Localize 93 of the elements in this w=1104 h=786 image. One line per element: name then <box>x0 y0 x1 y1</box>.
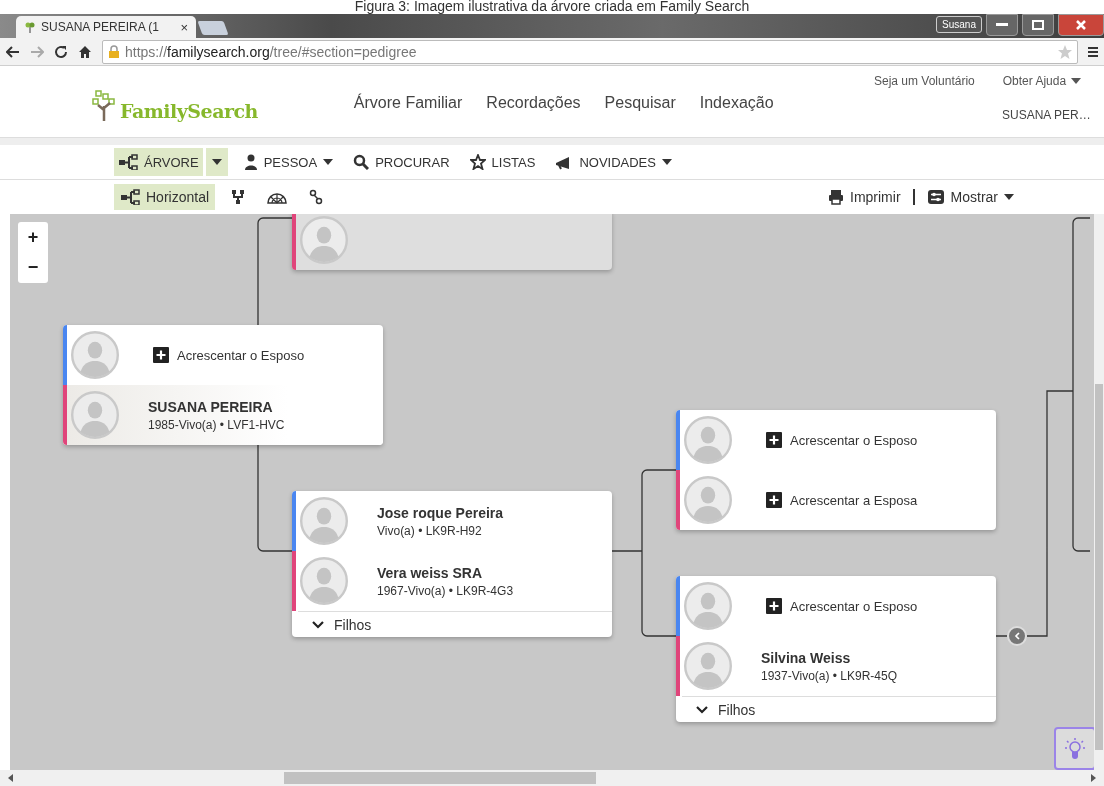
plus-icon <box>766 432 782 448</box>
caret-icon <box>661 159 672 165</box>
toolbar-tab[interactable]: PESSOA <box>239 148 338 176</box>
caret-icon <box>323 159 334 165</box>
person-details: Vivo(a) • LK9R-H92 <box>377 523 483 538</box>
minimize-icon <box>996 23 1008 27</box>
caret-icon <box>1004 194 1014 200</box>
pedigree-icon <box>231 189 246 205</box>
minimize-button[interactable] <box>986 14 1018 36</box>
vertical-scrollbar[interactable] <box>1094 214 1104 770</box>
plus-icon <box>766 492 782 508</box>
star-icon[interactable] <box>1057 43 1073 60</box>
user-menu[interactable]: SUSANA PER… <box>1002 108 1094 122</box>
nav-link[interactable]: Indexação <box>699 94 774 116</box>
avatar <box>300 216 348 264</box>
zoom-out-button[interactable]: − <box>18 252 48 283</box>
toolbar-tab[interactable]: PROCURAR <box>349 148 454 176</box>
children-toggle[interactable]: Filhos <box>298 611 612 637</box>
person-details: 1967-Vivo(a) • LK9R-4G3 <box>377 583 514 598</box>
scroll-left-icon <box>8 774 13 782</box>
menu-icon[interactable] <box>1088 45 1098 58</box>
avatar <box>300 557 348 605</box>
avatar <box>71 331 119 379</box>
avatar <box>684 642 732 690</box>
action-button[interactable]: Imprimir <box>828 189 901 205</box>
close-tab-button[interactable]: × <box>180 19 188 35</box>
tree-icon <box>120 189 140 205</box>
top-link[interactable]: Obter Ajuda <box>1002 74 1082 88</box>
chevron-down-icon <box>696 705 708 714</box>
profile-badge[interactable]: Susana <box>936 16 982 33</box>
plus-icon <box>153 347 169 363</box>
print-icon <box>828 189 844 205</box>
add-spouse-link[interactable]: Acrescentar o Esposo <box>790 598 918 614</box>
avatar <box>684 582 732 630</box>
toolbar-tab[interactable]: ÁRVORE <box>114 148 203 176</box>
home-icon[interactable] <box>78 44 92 59</box>
zoom-in-button[interactable]: + <box>18 222 48 253</box>
person-name[interactable]: Silvina Weiss <box>761 649 898 666</box>
tree-favicon-icon <box>24 21 36 33</box>
scroll-right-icon <box>1091 774 1096 782</box>
tree-logo-icon <box>92 90 118 122</box>
caret-icon <box>1071 78 1082 84</box>
tree-icon <box>118 154 138 170</box>
person-name[interactable]: Vera weiss SRA <box>377 564 514 581</box>
person-icon <box>243 154 258 170</box>
chevron-left-icon <box>1014 632 1020 640</box>
star-icon <box>469 154 486 170</box>
add-spouse-link[interactable]: Acrescentar o Esposo <box>790 432 918 448</box>
search-icon <box>353 154 370 170</box>
dropdown-button[interactable] <box>204 148 228 176</box>
person-details: 1937-Vivo(a) • LK9R-45Q <box>761 668 898 683</box>
avatar <box>300 497 348 545</box>
nav-link[interactable]: Recordações <box>486 94 581 116</box>
person-name[interactable]: Jose roque Pereira <box>377 504 504 521</box>
person-name[interactable]: SUSANA PEREIRA <box>148 398 285 415</box>
top-link[interactable]: Seja um Voluntário <box>874 74 975 88</box>
add-spouse-link[interactable]: Acrescentar o Esposo <box>177 347 305 363</box>
person-details: 1985-Vivo(a) • LVF1-HVC <box>148 417 285 432</box>
figure-caption: Figura 3: Imagem ilustrativa da árvore criada em Family Search <box>353 0 751 14</box>
view-tab[interactable]: Horizontal <box>114 184 216 210</box>
children-toggle[interactable]: Filhos <box>682 696 996 722</box>
reload-icon[interactable] <box>54 44 68 59</box>
lightbulb-icon <box>1064 736 1086 761</box>
new-tab-button[interactable] <box>197 21 229 35</box>
back-icon[interactable] <box>6 45 20 58</box>
browser-tab[interactable]: SUSANA PEREIRA (1 × <box>16 16 196 38</box>
add-spouse-link[interactable]: Acrescentar a Esposa <box>790 492 918 508</box>
sliders-icon <box>926 189 945 205</box>
nav-link[interactable]: Pesquisar <box>604 94 676 116</box>
maximize-button[interactable] <box>1022 14 1054 36</box>
caret-icon <box>211 159 222 165</box>
nodes-icon <box>309 189 324 205</box>
plus-icon <box>766 598 782 614</box>
close-icon <box>1076 20 1086 30</box>
person-card[interactable]: Acrescentar o Esposo Silvina Weiss 1937-Vivo(a) • LK9R-45Q Filhos <box>676 576 996 722</box>
expand-button[interactable] <box>1007 626 1027 646</box>
avatar <box>684 416 732 464</box>
maximize-icon <box>1032 20 1044 30</box>
close-button[interactable] <box>1058 14 1104 36</box>
toolbar-tab[interactable]: NOVIDADES <box>551 148 676 176</box>
address-field[interactable]: https://familysearch.org/tree/#section=pedigree <box>102 39 1078 64</box>
chevron-down-icon <box>312 620 324 629</box>
warning-lock-icon <box>107 44 121 59</box>
person-card[interactable]: Acrescentar o Esposo SUSANA PEREIRA 1985-Vivo(a) • LVF1-HVC <box>63 325 383 445</box>
action-button[interactable]: Mostrar <box>926 189 1014 205</box>
toolbar-tab[interactable]: LISTAS <box>465 148 540 176</box>
person-card[interactable]: Jose roque Pereira Vivo(a) • LK9R-H92 Vera weiss SRA 1967-Vivo(a) • LK9R-4G3 Filhos <box>292 491 612 637</box>
tips-button[interactable] <box>1054 727 1094 770</box>
avatar <box>71 391 119 439</box>
nav-link[interactable]: Árvore Familiar <box>353 94 463 116</box>
horizontal-scrollbar[interactable] <box>0 770 1104 786</box>
avatar <box>684 476 732 524</box>
person-card[interactable]: Acrescentar o Esposo Acrescentar a Esposa <box>676 410 996 530</box>
